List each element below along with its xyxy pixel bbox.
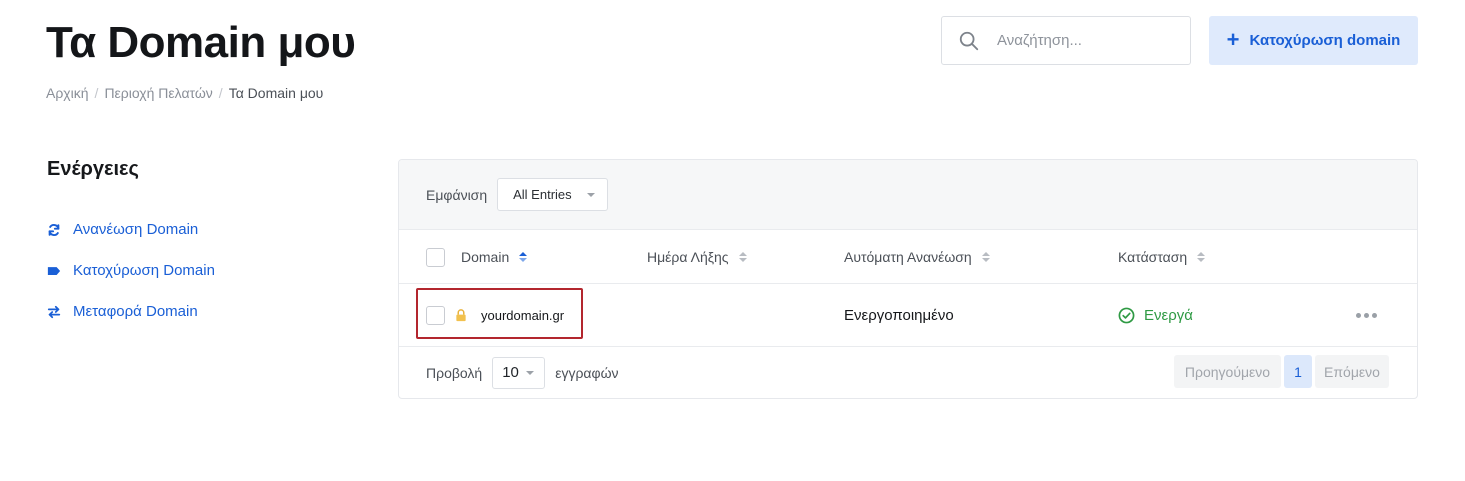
column-label: Domain xyxy=(461,249,510,265)
page-number-button[interactable]: 1 xyxy=(1284,355,1312,388)
sidebar-item-renew-domain[interactable]: Ανανέωση Domain xyxy=(47,209,347,250)
status-badge: Ενεργά xyxy=(1118,284,1193,347)
records-label: εγγραφών xyxy=(555,364,619,381)
transfer-arrows-icon xyxy=(47,305,61,318)
register-domain-button[interactable]: + Κατοχύρωση domain xyxy=(1209,16,1418,65)
tag-icon xyxy=(47,266,61,275)
sidebar-item-register-domain[interactable]: Κατοχύρωση Domain xyxy=(47,250,347,291)
plus-icon: + xyxy=(1226,26,1240,52)
breadcrumb-home[interactable]: Αρχική xyxy=(46,85,89,101)
per-page-value: 10 xyxy=(502,364,519,381)
check-circle-icon xyxy=(1118,307,1135,324)
search-icon xyxy=(959,31,979,50)
sidebar-item-transfer-domain[interactable]: Μεταφορά Domain xyxy=(47,291,347,332)
chevron-down-icon xyxy=(526,370,535,375)
sort-icon xyxy=(981,252,990,262)
more-options-icon[interactable] xyxy=(1356,313,1377,318)
column-domain[interactable]: Domain xyxy=(426,230,528,284)
sidebar-item-label: Ανανέωση Domain xyxy=(73,221,199,238)
previous-page-button[interactable]: Προηγούμενο xyxy=(1174,355,1281,388)
status-label: Ενεργά xyxy=(1144,307,1193,324)
search-box[interactable] xyxy=(941,16,1191,65)
sync-icon xyxy=(48,223,60,236)
column-status[interactable]: Κατάσταση xyxy=(1118,230,1206,284)
lock-icon xyxy=(456,309,466,322)
column-label: Αυτόματη Ανανέωση xyxy=(844,249,972,265)
per-page-select[interactable]: 10 xyxy=(492,356,546,389)
next-page-button[interactable]: Επόμενο xyxy=(1315,355,1389,388)
auto-renew-cell: Ενεργοποιημένο xyxy=(844,307,954,324)
search-input[interactable] xyxy=(997,32,1177,49)
per-page-control: Προβολή 10 εγγραφών xyxy=(426,347,619,398)
row-checkbox[interactable] xyxy=(426,306,445,325)
sidebar-item-label: Κατοχύρωση Domain xyxy=(73,262,215,279)
sort-icon xyxy=(519,252,528,262)
sidebar: Ενέργειες Ανανέωση Domain Κατοχύρωση Dom… xyxy=(47,158,347,332)
chevron-down-icon xyxy=(587,192,596,197)
entries-filter-value: All Entries xyxy=(513,187,572,202)
entries-filter-select[interactable]: All Entries xyxy=(497,178,609,211)
breadcrumb-separator: / xyxy=(94,85,99,101)
view-label: Προβολή xyxy=(426,364,483,381)
register-domain-label: Κατοχύρωση domain xyxy=(1249,32,1401,49)
sidebar-title: Ενέργειες xyxy=(47,158,139,180)
breadcrumb-separator: / xyxy=(218,85,223,101)
row-actions[interactable] xyxy=(1356,284,1377,347)
domains-table-panel: Εμφάνιση All Entries Domain Ημέρα Λήξης … xyxy=(398,159,1418,399)
domain-name[interactable]: yourdomain.gr xyxy=(481,308,564,323)
page-title: Τα Domain μου xyxy=(46,18,356,67)
table-footer: Προβολή 10 εγγραφών Προηγούμενο 1 Επόμεν… xyxy=(399,347,1417,398)
column-expiry-date[interactable]: Ημέρα Λήξης xyxy=(647,230,747,284)
column-auto-renew[interactable]: Αυτόματη Ανανέωση xyxy=(844,230,990,284)
domain-cell: yourdomain.gr xyxy=(426,284,564,347)
table-toolbar: Εμφάνιση All Entries xyxy=(399,160,1417,230)
table-row[interactable]: yourdomain.gr Ενεργοποιημένο Ενεργά xyxy=(399,284,1417,347)
breadcrumb-current: Τα Domain μου xyxy=(228,85,324,101)
sort-icon xyxy=(738,252,747,262)
breadcrumb-client-area[interactable]: Περιοχή Πελατών xyxy=(104,85,212,101)
column-label: Κατάσταση xyxy=(1118,249,1188,265)
column-label: Ημέρα Λήξης xyxy=(647,249,729,265)
pagination: Προηγούμενο 1 Επόμενο xyxy=(1174,355,1389,388)
table-header: Domain Ημέρα Λήξης Αυτόματη Ανανέωση Κατ… xyxy=(399,230,1417,284)
sidebar-item-label: Μεταφορά Domain xyxy=(73,303,198,320)
select-all-checkbox[interactable] xyxy=(426,247,445,267)
show-label: Εμφάνιση xyxy=(426,186,488,203)
sort-icon xyxy=(1197,252,1206,262)
breadcrumb: Αρχική / Περιοχή Πελατών / Τα Domain μου xyxy=(46,85,323,101)
